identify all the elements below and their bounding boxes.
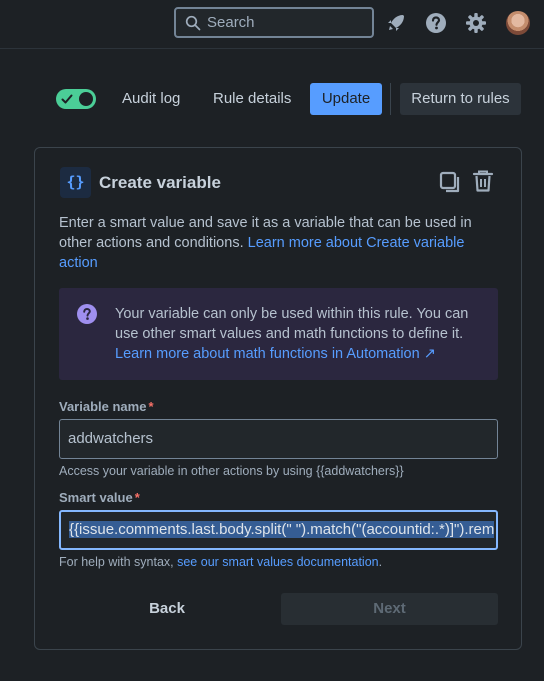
variable-name-label: Variable name * bbox=[59, 399, 154, 414]
required-marker: * bbox=[148, 399, 154, 414]
smart-value-hint-suffix: . bbox=[378, 555, 383, 569]
divider bbox=[390, 83, 391, 115]
search-icon bbox=[185, 15, 201, 30]
update-button[interactable]: Update bbox=[310, 83, 382, 115]
return-to-rules-button[interactable]: Return to rules bbox=[400, 83, 521, 115]
info-text-block: Your variable can only be used within th… bbox=[115, 304, 485, 364]
rule-actions-bar: Audit log Rule details Update Return to … bbox=[0, 83, 544, 115]
avatar[interactable] bbox=[506, 11, 530, 35]
toggle-knob bbox=[79, 92, 93, 106]
search-placeholder: Search bbox=[207, 14, 255, 31]
smart-value-text: {{issue.comments.last.body.split(" ").ma… bbox=[69, 521, 495, 538]
notifications-rocket-icon[interactable] bbox=[385, 12, 407, 34]
audit-log-button[interactable]: Audit log bbox=[122, 83, 180, 115]
info-message: Your variable can only be used within th… bbox=[59, 288, 498, 380]
copy-icon[interactable] bbox=[438, 170, 462, 194]
rule-enabled-toggle[interactable] bbox=[56, 89, 96, 109]
create-variable-panel: {} Create variable Enter a smart value a… bbox=[34, 147, 522, 650]
info-text: Your variable can only be used within th… bbox=[115, 306, 469, 342]
search-input[interactable]: Search bbox=[174, 7, 374, 38]
variable-name-hint: Access your variable in other actions by… bbox=[59, 464, 404, 478]
variable-name-label-text: Variable name bbox=[59, 399, 147, 414]
required-marker: * bbox=[134, 490, 140, 505]
learn-more-math-functions-link[interactable]: Learn more about math functions in Autom… bbox=[115, 346, 436, 362]
question-icon bbox=[77, 304, 97, 324]
help-icon[interactable] bbox=[425, 12, 447, 34]
variable-name-input[interactable]: addwatchers bbox=[59, 419, 498, 459]
trash-icon[interactable] bbox=[471, 169, 495, 193]
smart-value-label: Smart value * bbox=[59, 490, 140, 505]
settings-gear-icon[interactable] bbox=[465, 12, 487, 34]
panel-description: Enter a smart value and save it as a var… bbox=[59, 213, 489, 273]
rule-details-button[interactable]: Rule details bbox=[213, 83, 291, 115]
smart-value-hint: For help with syntax, see our smart valu… bbox=[59, 555, 382, 569]
check-icon bbox=[61, 94, 73, 104]
back-button[interactable]: Back bbox=[59, 593, 275, 625]
smart-value-label-text: Smart value bbox=[59, 490, 133, 505]
next-button[interactable]: Next bbox=[281, 593, 498, 625]
top-navigation: Search bbox=[0, 0, 544, 49]
smart-value-input[interactable]: {{issue.comments.last.body.split(" ").ma… bbox=[59, 510, 498, 550]
panel-header: {} Create variable bbox=[60, 167, 500, 199]
panel-title: Create variable bbox=[99, 173, 221, 192]
smart-values-documentation-link[interactable]: see our smart values documentation bbox=[177, 555, 379, 569]
smart-value-hint-prefix: For help with syntax, bbox=[59, 555, 178, 569]
curly-braces-icon: {} bbox=[60, 167, 91, 198]
